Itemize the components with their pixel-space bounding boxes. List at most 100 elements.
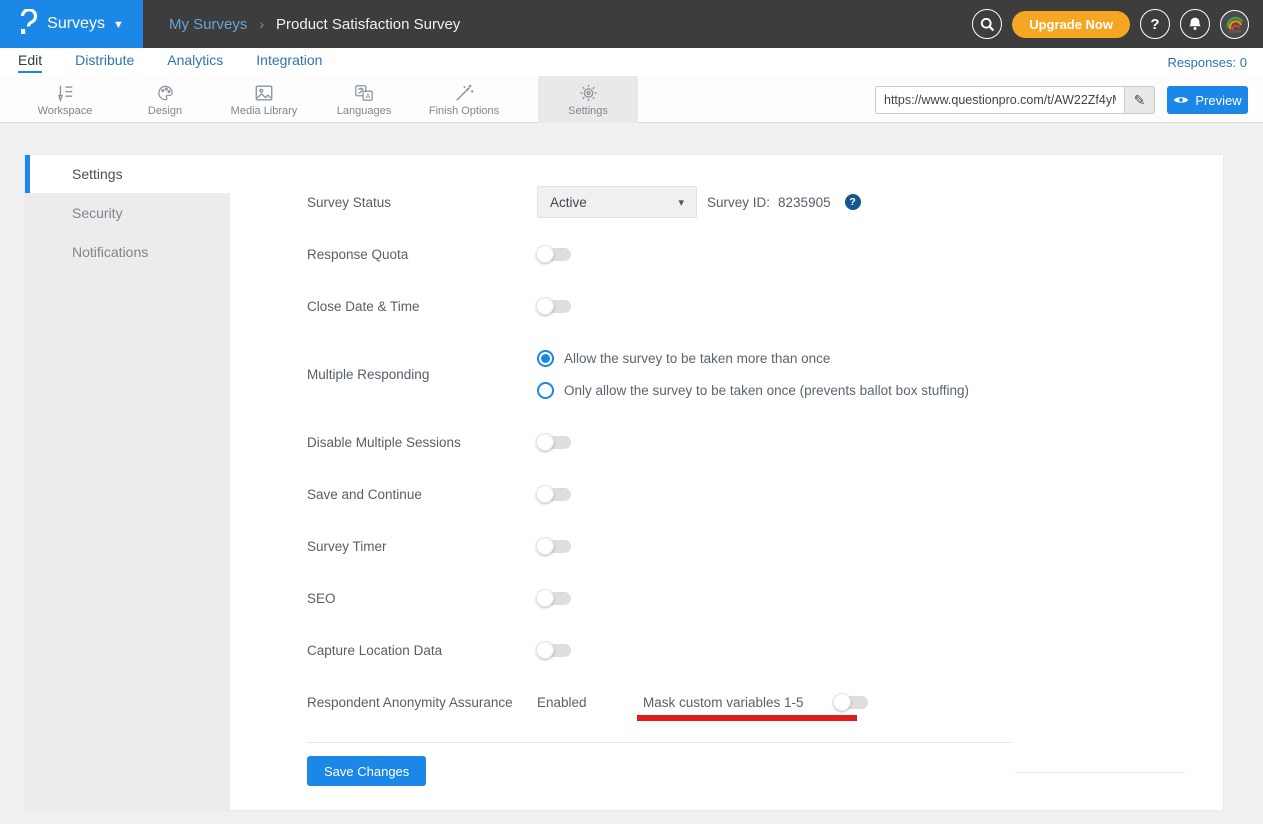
survey-timer-label: Survey Timer: [307, 539, 537, 554]
product-name: Surveys: [47, 15, 105, 33]
app-header: Surveys ▼ My Surveys › Product Satisfact…: [0, 0, 1263, 48]
respondent-anonymity-label: Respondent Anonymity Assurance: [307, 695, 537, 710]
survey-url-input[interactable]: [876, 87, 1124, 113]
settings-form: Survey Status Active ▾ Survey ID: 823590…: [230, 155, 1223, 810]
toggle-knob: [536, 589, 554, 607]
disable-multiple-sessions-toggle[interactable]: [537, 436, 571, 449]
product-switcher[interactable]: Surveys ▼: [0, 0, 143, 48]
survey-id-value: 8235905: [778, 195, 831, 210]
page-title: Product Satisfaction Survey: [276, 16, 460, 33]
chevron-down-icon: ▼: [113, 19, 124, 31]
survey-timer-toggle[interactable]: [537, 540, 571, 553]
toggle-knob: [833, 693, 851, 711]
save-and-continue-toggle[interactable]: [537, 488, 571, 501]
save-and-continue-label: Save and Continue: [307, 487, 537, 502]
toolbar-design-label: Design: [148, 105, 182, 117]
response-quota-toggle[interactable]: [537, 248, 571, 261]
toggle-knob: [536, 641, 554, 659]
tab-analytics[interactable]: Analytics: [167, 52, 223, 73]
breadcrumb: My Surveys › Product Satisfaction Survey: [169, 16, 460, 33]
radio-option-allow-multiple[interactable]: Allow the survey to be taken more than o…: [537, 350, 969, 367]
capture-location-data-toggle[interactable]: [537, 644, 571, 657]
gear-icon: [578, 83, 599, 103]
toolbar-workspace[interactable]: Workspace: [15, 76, 115, 123]
row-save-and-continue: Save and Continue: [230, 468, 1223, 520]
search-icon[interactable]: [972, 9, 1002, 39]
survey-url-group: ✎: [875, 86, 1155, 114]
toolbar-finish-options[interactable]: Finish Options: [414, 76, 514, 123]
close-date-time-toggle[interactable]: [537, 300, 571, 313]
tab-integration[interactable]: Integration: [256, 52, 322, 73]
survey-status-dropdown[interactable]: Active ▾: [537, 186, 697, 218]
mask-custom-variables-toggle[interactable]: [834, 696, 868, 709]
sidebar-item-settings[interactable]: Settings: [25, 155, 230, 193]
radio-selected-icon: [537, 350, 554, 367]
toggle-knob: [536, 485, 554, 503]
row-close-date-time: Close Date & Time: [230, 280, 1223, 332]
question-help-icon[interactable]: ?: [845, 194, 861, 210]
eye-icon: [1173, 93, 1189, 108]
toolbar-settings-label: Settings: [568, 105, 608, 117]
row-multiple-responding: Multiple Responding Allow the survey to …: [230, 332, 1223, 416]
row-survey-status: Survey Status Active ▾ Survey ID: 823590…: [230, 176, 1223, 228]
bell-icon[interactable]: [1180, 9, 1210, 39]
toolbar-languages-label: Languages: [337, 105, 391, 117]
sidebar-item-security[interactable]: Security: [25, 193, 230, 232]
header-actions: Upgrade Now ?: [972, 9, 1263, 39]
breadcrumb-separator: ›: [259, 16, 264, 32]
radio-option-only-once[interactable]: Only allow the survey to be taken once (…: [537, 382, 969, 399]
edit-toolbar: Workspace Design Media Library A: [0, 76, 1263, 123]
toggle-knob: [536, 537, 554, 555]
toolbar-workspace-label: Workspace: [38, 105, 93, 117]
breadcrumb-my-surveys[interactable]: My Surveys: [169, 16, 247, 33]
multiple-responding-options: Allow the survey to be taken more than o…: [537, 350, 969, 399]
media-library-icon: [253, 83, 275, 103]
toggle-knob: [536, 245, 554, 263]
preview-button[interactable]: Preview: [1167, 86, 1248, 114]
toolbar-media-library[interactable]: Media Library: [214, 76, 314, 123]
svg-text:A: A: [365, 91, 371, 100]
seo-label: SEO: [307, 591, 537, 606]
row-response-quota: Response Quota: [230, 228, 1223, 280]
workspace-icon: [54, 83, 76, 103]
survey-nav: Edit Distribute Analytics Integration Re…: [0, 48, 1263, 76]
sidebar-item-notifications[interactable]: Notifications: [25, 232, 230, 271]
questionpro-logo-icon: [19, 9, 39, 40]
chevron-down-icon: ▾: [678, 196, 684, 209]
mask-custom-variables-label: Mask custom variables 1-5: [643, 695, 804, 710]
toolbar-languages[interactable]: A Languages: [314, 76, 414, 123]
row-survey-timer: Survey Timer: [230, 520, 1223, 572]
toolbar-design[interactable]: Design: [115, 76, 215, 123]
row-respondent-anonymity: Respondent Anonymity Assurance Enabled M…: [230, 676, 1223, 728]
disable-multiple-sessions-label: Disable Multiple Sessions: [307, 435, 537, 450]
responses-count[interactable]: Responses: 0: [1168, 55, 1248, 70]
settings-sidebar: Settings Security Notifications: [25, 155, 230, 810]
radio-option-only-once-label: Only allow the survey to be taken once (…: [564, 383, 969, 398]
tab-distribute[interactable]: Distribute: [75, 52, 134, 73]
pencil-edit-icon[interactable]: ✎: [1124, 87, 1154, 113]
upgrade-now-button[interactable]: Upgrade Now: [1012, 11, 1130, 38]
save-changes-button[interactable]: Save Changes: [307, 756, 426, 786]
nav-tabs: Edit Distribute Analytics Integration: [18, 52, 322, 73]
help-icon[interactable]: ?: [1140, 9, 1170, 39]
finish-options-wand-icon: [453, 83, 475, 103]
preview-label: Preview: [1195, 93, 1241, 108]
anonymity-status: Enabled: [537, 695, 643, 710]
row-disable-multiple-sessions: Disable Multiple Sessions: [230, 416, 1223, 468]
settings-card: Settings Security Notifications Survey S…: [25, 155, 1223, 810]
toolbar-settings[interactable]: Settings: [538, 76, 638, 123]
design-palette-icon: [155, 83, 176, 103]
seo-toggle[interactable]: [537, 592, 571, 605]
toolbar-finish-options-label: Finish Options: [429, 105, 499, 117]
capture-location-data-label: Capture Location Data: [307, 643, 537, 658]
tab-edit[interactable]: Edit: [18, 52, 42, 73]
radio-unselected-icon: [537, 382, 554, 399]
red-annotation-underline: [637, 715, 857, 721]
toggle-knob: [536, 297, 554, 315]
response-quota-label: Response Quota: [307, 247, 537, 262]
form-divider: [307, 742, 1012, 743]
avatar[interactable]: [1220, 10, 1249, 39]
row-capture-location-data: Capture Location Data: [230, 624, 1223, 676]
toolbar-media-library-label: Media Library: [231, 105, 298, 117]
toggle-knob: [536, 433, 554, 451]
